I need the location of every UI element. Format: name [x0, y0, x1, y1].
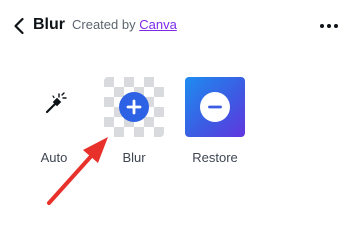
- auto-tool-tile[interactable]: [24, 77, 84, 137]
- plus-circle-icon: [119, 92, 149, 122]
- more-options-button[interactable]: [318, 16, 340, 36]
- panel-title: Blur: [33, 16, 65, 33]
- minus-circle-icon: [200, 92, 230, 122]
- magic-wand-icon: [45, 92, 67, 114]
- panel-header: Blur Created by Canva: [0, 0, 352, 52]
- creator-credit: Created by Canva: [72, 16, 177, 34]
- blur-tool-label: Blur: [122, 150, 146, 165]
- more-horizontal-icon: [319, 24, 340, 28]
- restore-tool-label: Restore: [192, 150, 238, 165]
- chevron-left-icon: [14, 17, 24, 35]
- creator-prefix: Created by: [72, 17, 136, 32]
- back-button[interactable]: [10, 14, 28, 38]
- blur-tool-tile[interactable]: [104, 77, 164, 137]
- restore-tool-tile[interactable]: [185, 77, 245, 137]
- creator-link[interactable]: Canva: [139, 17, 177, 32]
- auto-tool-label: Auto: [40, 150, 68, 165]
